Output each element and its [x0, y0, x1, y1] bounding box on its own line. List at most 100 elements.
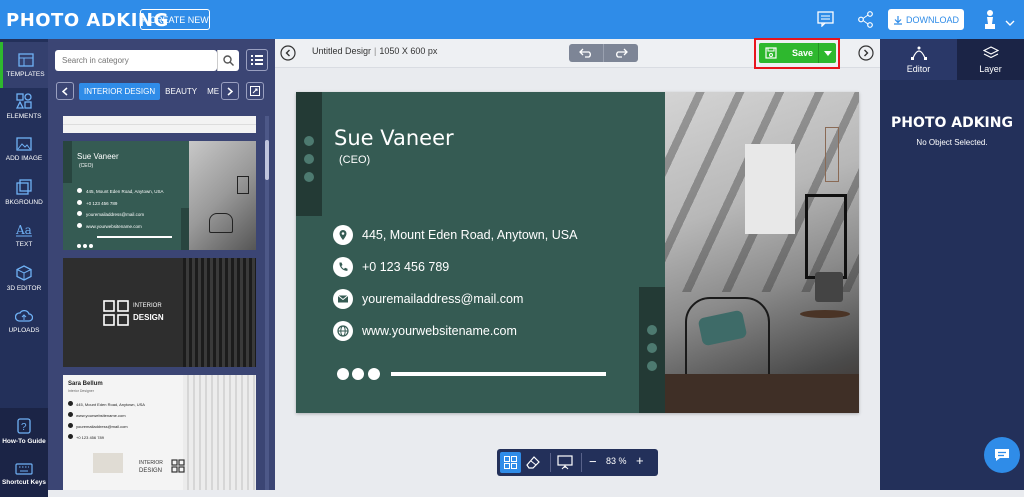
- thumb-room-photo: [189, 141, 256, 250]
- card-phone[interactable]: +0 123 456 789: [362, 260, 449, 274]
- zoom-out-button[interactable]: −: [589, 454, 597, 469]
- tab-beauty[interactable]: BEAUTY: [160, 83, 202, 100]
- list-view-button[interactable]: [246, 49, 268, 71]
- thumb-design-text: DESIGN: [133, 313, 164, 322]
- card-dots-horizontal: [336, 367, 382, 386]
- tab-medi[interactable]: MEDI: [202, 83, 219, 100]
- create-new-button[interactable]: + CREATE NEW: [140, 9, 210, 30]
- grid-icon: [504, 456, 517, 469]
- thumb-role: (CEO): [79, 163, 94, 169]
- chevron-down-icon[interactable]: [1005, 14, 1015, 32]
- collapse-left-button[interactable]: [280, 45, 296, 66]
- search-button[interactable]: [217, 50, 239, 71]
- template-thumb-sara-bellum[interactable]: Sara Bellum Interior Designer 445, Mount…: [63, 375, 256, 490]
- email-icon: [77, 211, 82, 216]
- email-icon: [68, 423, 73, 428]
- doc-title-text[interactable]: Untitled Desigr: [312, 46, 371, 56]
- download-button[interactable]: DOWNLOAD: [888, 9, 964, 30]
- card-address[interactable]: 445, Mount Eden Road, Anytown, USA: [362, 228, 577, 242]
- zoom-in-button[interactable]: +: [636, 453, 644, 468]
- phone-icon: [333, 257, 353, 282]
- floppy-disk-icon: [765, 47, 777, 59]
- category-prev-button[interactable]: [56, 82, 74, 100]
- thumb-web-row: www.yourwebsitename.com: [77, 221, 164, 233]
- thumb-phone-row: +0 123 456 789: [77, 198, 164, 210]
- download-icon: [893, 15, 902, 25]
- nav-label: TEMPLATES: [6, 70, 45, 78]
- expand-icon: [250, 86, 260, 96]
- expand-button[interactable]: [246, 82, 264, 100]
- template-thumb-partial[interactable]: [63, 116, 256, 133]
- thumb-address: 445, Mount Eden Road, Anytown, USA: [86, 189, 164, 194]
- user-avatar-icon[interactable]: [984, 9, 996, 36]
- card-email[interactable]: youremailaddress@mail.com: [362, 292, 523, 306]
- nav-elements[interactable]: ELEMENTS: [0, 83, 48, 129]
- thumb-frame: [237, 176, 249, 194]
- black-frame: [805, 194, 847, 279]
- eraser-icon: [526, 456, 540, 469]
- nav-3d-editor[interactable]: 3D EDITOR: [0, 255, 48, 301]
- nav-background[interactable]: BKGROUND: [0, 169, 48, 215]
- presentation-button[interactable]: [557, 454, 573, 475]
- save-button[interactable]: Save: [759, 43, 836, 63]
- undo-icon: [579, 48, 591, 58]
- eraser-button[interactable]: [525, 454, 541, 475]
- svg-text:?: ?: [21, 422, 27, 433]
- template-thumbnails: Sue Vaneer (CEO) 445, Mount Eden Road, A…: [63, 116, 256, 490]
- template-thumb-interior-design-dark[interactable]: INTERIOR DESIGN: [63, 258, 256, 367]
- nav-label: How-To Guide: [2, 437, 46, 445]
- card-room-photo[interactable]: [665, 92, 859, 413]
- chat-support-button[interactable]: [984, 437, 1020, 473]
- card-web[interactable]: www.yourwebsitename.com: [362, 324, 517, 338]
- tab-interior-design[interactable]: INTERIOR DESIGN: [79, 82, 161, 100]
- nav-uploads[interactable]: UPLOADS: [0, 298, 48, 344]
- location-icon: [77, 188, 82, 193]
- category-next-button[interactable]: [221, 82, 239, 100]
- card-name[interactable]: Sue Vaneer: [334, 126, 454, 150]
- presentation-icon: [557, 455, 573, 470]
- share-icon[interactable]: [857, 11, 874, 33]
- nav-how-to-guide[interactable]: ? How-To Guide: [0, 408, 48, 454]
- thumb-address-row: 445, Mount Eden Road, Anytown, USA: [77, 186, 164, 198]
- nav-templates[interactable]: TEMPLATES: [0, 42, 48, 88]
- tab-editor[interactable]: Editor: [880, 39, 957, 80]
- side-table: [800, 310, 850, 318]
- card-role[interactable]: (CEO): [339, 154, 370, 166]
- grid-view-button[interactable]: [500, 452, 521, 473]
- design-canvas-card[interactable]: Sue Vaneer (CEO) 445, Mount Eden Road, A…: [296, 92, 859, 413]
- template-thumb-sue-vaneer[interactable]: Sue Vaneer (CEO) 445, Mount Eden Road, A…: [63, 141, 256, 250]
- card-dots-vertical: [303, 135, 315, 190]
- card-dots-vertical-bottom: [646, 324, 658, 379]
- nav-label: Shortcut Keys: [1, 478, 47, 486]
- email-icon: [333, 289, 353, 314]
- globe-icon: [68, 412, 73, 417]
- chevron-left-circle-icon: [280, 45, 296, 61]
- right-panel: [880, 39, 1024, 490]
- 3d-editor-icon: [16, 264, 32, 281]
- nav-text[interactable]: Aa TEXT: [0, 212, 48, 258]
- redo-button[interactable]: [604, 44, 638, 62]
- thumb3-contacts: 445, Mount Eden Road, Anytown, USA www.y…: [68, 399, 145, 443]
- save-dropdown-button[interactable]: [818, 43, 836, 63]
- nav-label: ELEMENTS: [6, 112, 42, 120]
- comment-icon[interactable]: [817, 11, 834, 32]
- left-nav: TEMPLATES ELEMENTS ADD IMAGE BKGROUND Aa…: [0, 39, 48, 497]
- small-frame: [825, 127, 839, 182]
- chevron-right-icon: [227, 86, 233, 96]
- elements-icon: [16, 92, 32, 109]
- zoom-level[interactable]: 83 %: [606, 456, 627, 466]
- nav-shortcut-keys[interactable]: Shortcut Keys: [0, 451, 48, 497]
- nav-label: TEXT: [15, 240, 33, 248]
- collapse-right-button[interactable]: [858, 45, 874, 66]
- document-title[interactable]: Untitled Desigr | 1050 X 600 px: [312, 46, 437, 56]
- globe-icon: [333, 321, 353, 346]
- uploads-icon: [15, 309, 33, 322]
- search-input[interactable]: [55, 50, 217, 71]
- undo-button[interactable]: [569, 44, 604, 62]
- thumb3-email-row: youremailaddress@mail.com: [68, 421, 145, 432]
- category-tabs: INTERIOR DESIGN BEAUTY MEDI: [79, 81, 219, 101]
- nav-add-image[interactable]: ADD IMAGE: [0, 126, 48, 172]
- tab-layer[interactable]: Layer: [957, 39, 1024, 80]
- chevron-right-circle-icon: [858, 45, 874, 61]
- panel-scrollbar-thumb[interactable]: [265, 140, 269, 180]
